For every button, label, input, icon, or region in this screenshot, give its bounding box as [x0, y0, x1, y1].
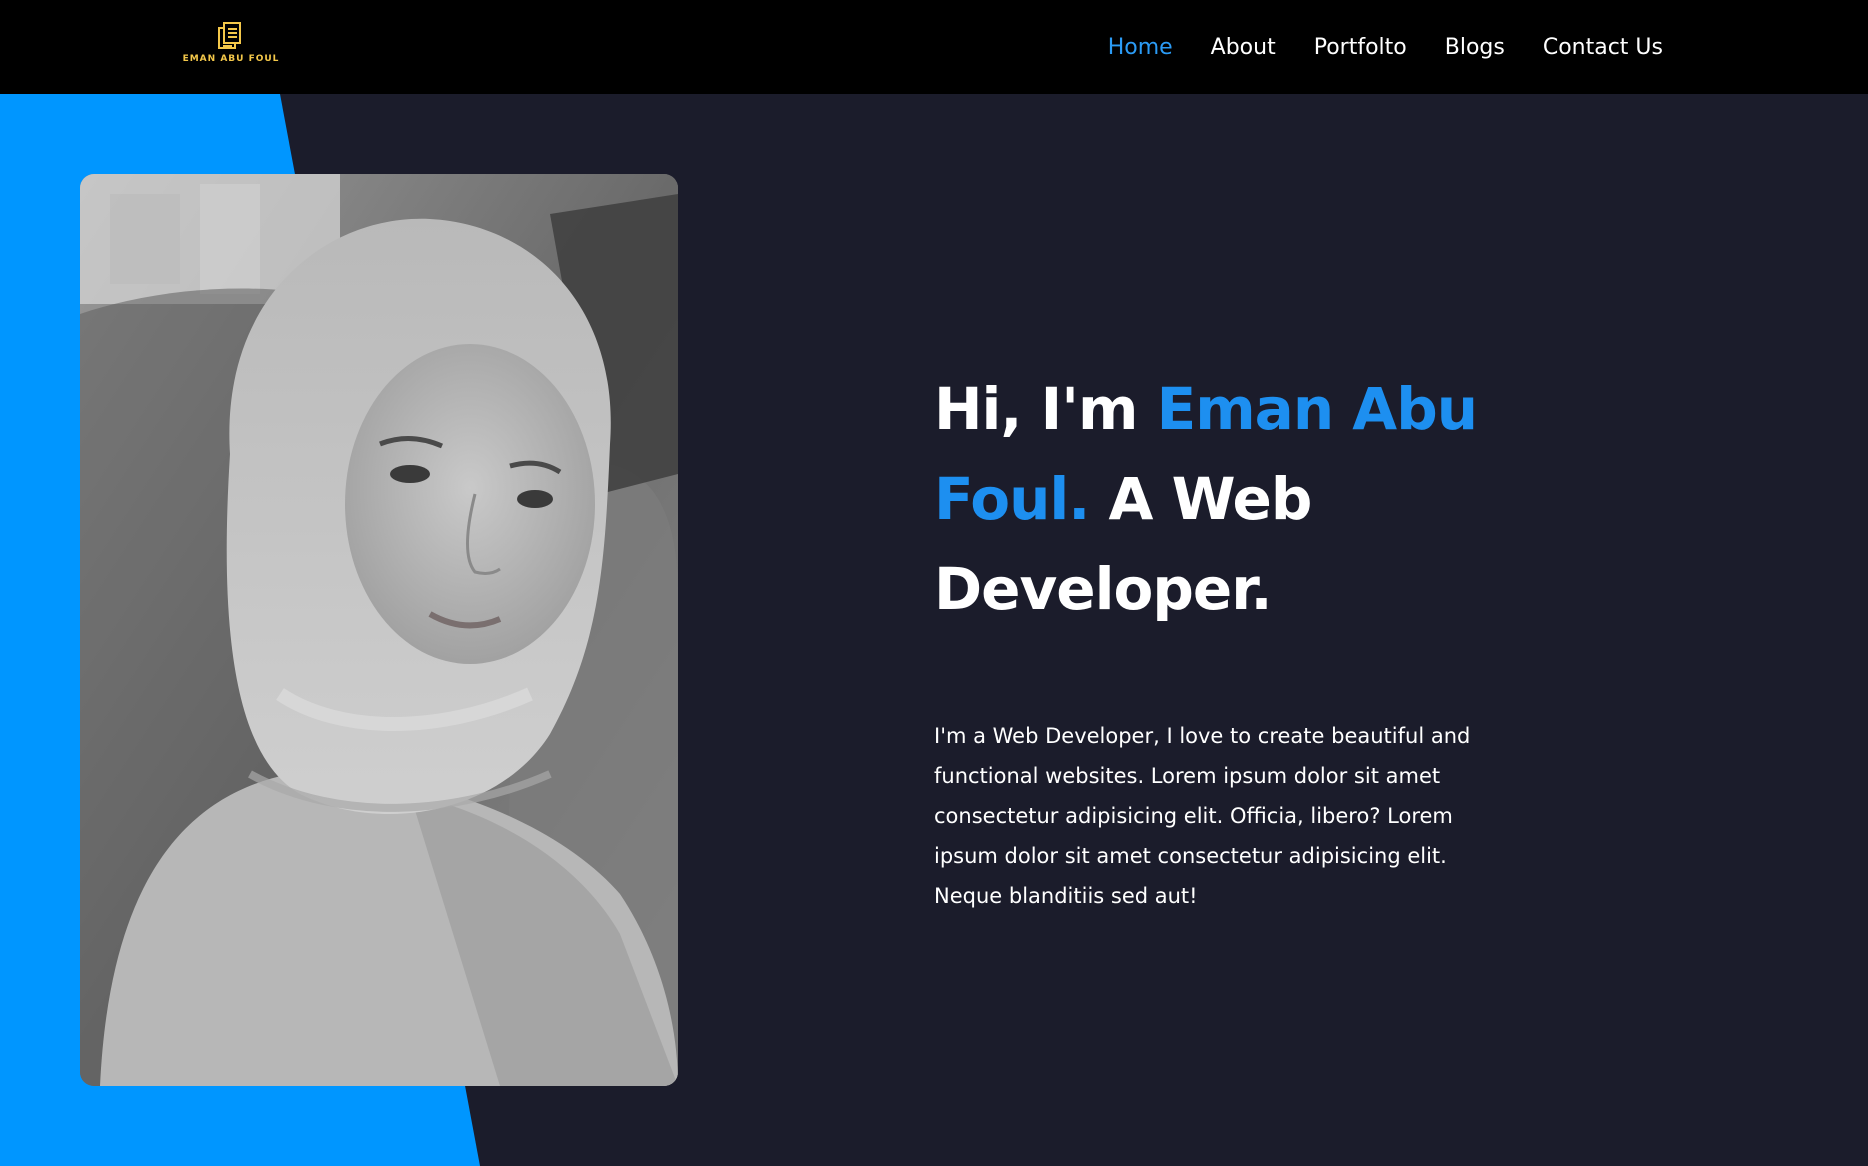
nav-portfolio[interactable]: Portfolto — [1314, 35, 1407, 60]
nav-about[interactable]: About — [1211, 35, 1276, 60]
site-logo[interactable]: EMAN ABU FOUL — [183, 20, 278, 72]
hero-text: Hi, I'm Eman Abu Foul. A Web Developer. … — [934, 364, 1534, 916]
main-nav: Home About Portfolto Blogs Contact Us — [1108, 0, 1663, 94]
hero-section: Hi, I'm Eman Abu Foul. A Web Developer. … — [0, 94, 1868, 1166]
greeting-text: Hi, I'm — [934, 375, 1138, 443]
nav-blogs[interactable]: Blogs — [1445, 35, 1505, 60]
logo-text: EMAN ABU FOUL — [182, 54, 280, 64]
logo-icon — [218, 22, 241, 49]
portrait-photo — [80, 174, 678, 1086]
hero-intro: I'm a Web Developer, I love to create be… — [934, 724, 1471, 908]
site-header: EMAN ABU FOUL Home About Portfolto Blogs… — [0, 0, 1868, 94]
nav-home[interactable]: Home — [1108, 35, 1173, 60]
hero-headline: Hi, I'm Eman Abu Foul. A Web Developer. — [934, 364, 1534, 634]
nav-contact-us[interactable]: Contact Us — [1543, 35, 1663, 60]
